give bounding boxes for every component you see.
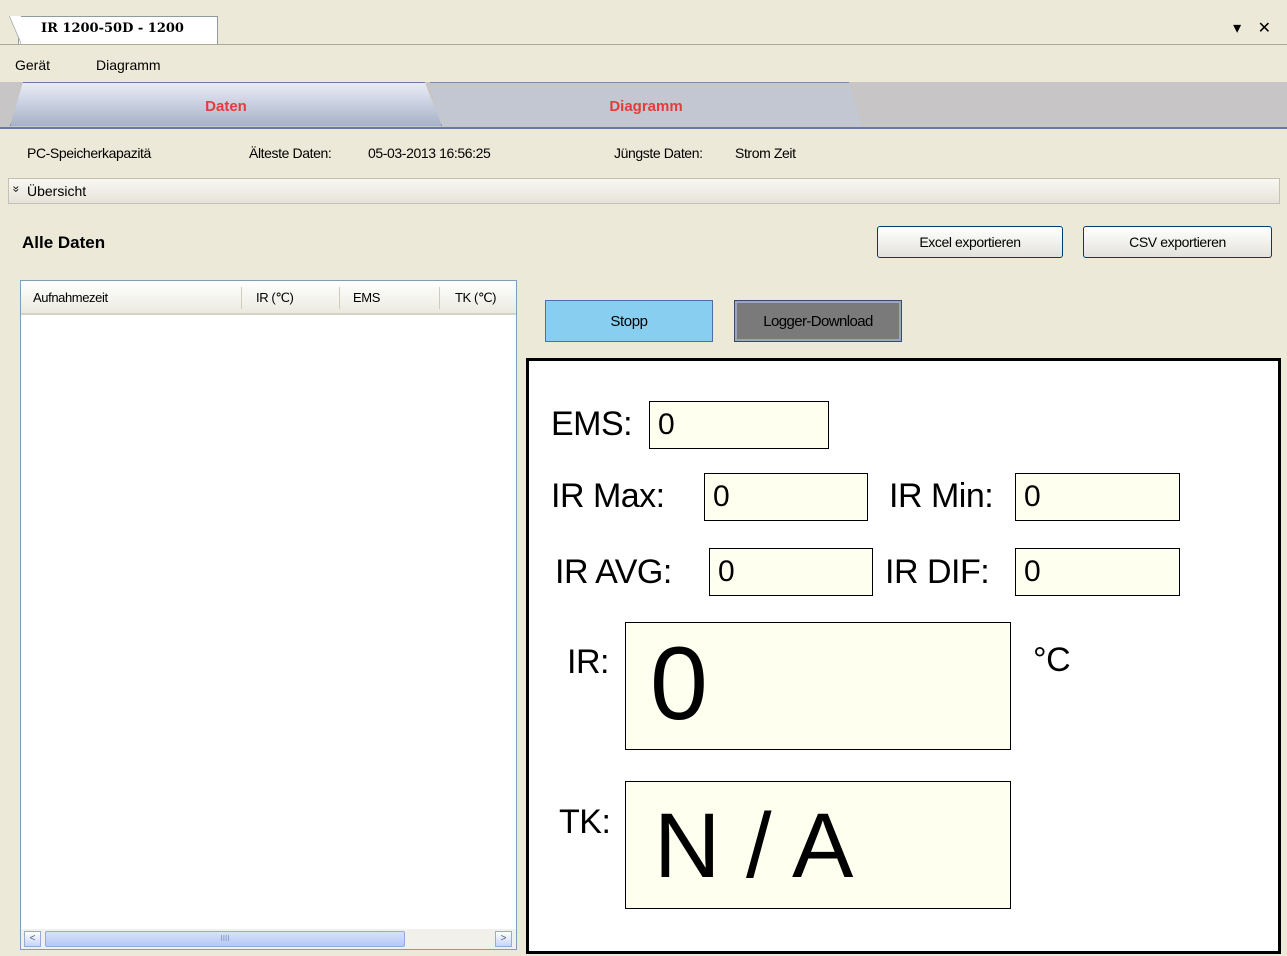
- excel-export-button[interactable]: Excel exportieren: [877, 226, 1063, 258]
- ir-value-field: 0: [625, 622, 1011, 750]
- stopp-button[interactable]: Stopp: [545, 300, 713, 342]
- oldest-data-value: 05-03-2013 16:56:25: [368, 145, 491, 161]
- oldest-data-label: Älteste Daten:: [249, 145, 332, 161]
- document-tab-strip: IR 1200-50D - 1200 ▾ ✕: [0, 0, 1287, 45]
- scroll-right-icon[interactable]: >: [495, 931, 512, 947]
- overview-expander[interactable]: » Übersicht: [8, 178, 1280, 204]
- menu-item-geraet[interactable]: Gerät: [15, 57, 50, 73]
- column-divider: [439, 287, 440, 309]
- csv-export-button[interactable]: CSV exportieren: [1083, 226, 1272, 258]
- column-divider: [339, 287, 340, 309]
- tab-bar: Diagramm Daten: [0, 82, 1287, 128]
- window-controls[interactable]: ▾ ✕: [1233, 18, 1277, 38]
- ems-label: EMS:: [551, 405, 633, 443]
- scrollbar-thumb[interactable]: IIII: [45, 931, 405, 947]
- ir-max-label: IR Max:: [551, 477, 665, 515]
- column-header-ems[interactable]: EMS: [353, 290, 380, 305]
- newest-data-value: Strom Zeit: [735, 145, 796, 161]
- ir-max-value-field: 0: [704, 473, 868, 521]
- column-header-aufnahmezeit[interactable]: Aufnahmezeit: [33, 290, 108, 305]
- tk-value: N / A: [654, 795, 854, 897]
- menu-item-diagramm[interactable]: Diagramm: [96, 57, 161, 73]
- tab-divider: [0, 127, 1287, 129]
- unit-label: °C: [1033, 641, 1071, 679]
- logger-download-button[interactable]: Logger-Download: [734, 300, 902, 342]
- scroll-left-icon[interactable]: <: [24, 931, 41, 947]
- column-header-tk[interactable]: TK (℃): [455, 290, 496, 306]
- ems-value-field: 0: [649, 401, 829, 449]
- chevron-down-icon: »: [9, 185, 24, 193]
- column-header-ir[interactable]: IR (℃): [256, 290, 294, 306]
- column-divider: [241, 287, 242, 309]
- ir-min-value-field: 0: [1015, 473, 1180, 521]
- ir-value: 0: [650, 626, 708, 742]
- measurement-display: EMS: 0 IR Max: 0 IR Min: 0 IR AVG: 0 IR …: [526, 358, 1281, 954]
- data-table[interactable]: Aufnahmezeit IR (℃) EMS TK (℃) < IIII >: [20, 280, 517, 950]
- ir-avg-label: IR AVG:: [555, 553, 672, 591]
- section-title: Alle Daten: [22, 233, 106, 252]
- tk-label: TK:: [559, 803, 611, 841]
- pc-capacity-label: PC-Speicherkapazitä: [27, 145, 151, 161]
- ir-label: IR:: [567, 643, 609, 681]
- ir-min-label: IR Min:: [889, 477, 994, 515]
- overview-label: Übersicht: [27, 183, 87, 199]
- document-tab-title: IR 1200-50D - 1200: [41, 21, 184, 36]
- tab-daten[interactable]: Daten: [10, 82, 442, 126]
- ir-avg-value-field: 0: [709, 548, 873, 596]
- document-tab[interactable]: IR 1200-50D - 1200: [9, 16, 218, 44]
- tab-diagramm[interactable]: Diagramm: [430, 82, 862, 126]
- menu-bar: Gerät Diagramm: [0, 47, 1287, 81]
- ir-dif-label: IR DIF:: [885, 553, 990, 591]
- ir-dif-value-field: 0: [1015, 548, 1180, 596]
- newest-data-label: Jüngste Daten:: [614, 145, 703, 161]
- horizontal-scrollbar[interactable]: < IIII >: [21, 929, 516, 949]
- tk-value-field: N / A: [625, 781, 1011, 909]
- table-header: Aufnahmezeit IR (℃) EMS TK (℃): [21, 281, 516, 315]
